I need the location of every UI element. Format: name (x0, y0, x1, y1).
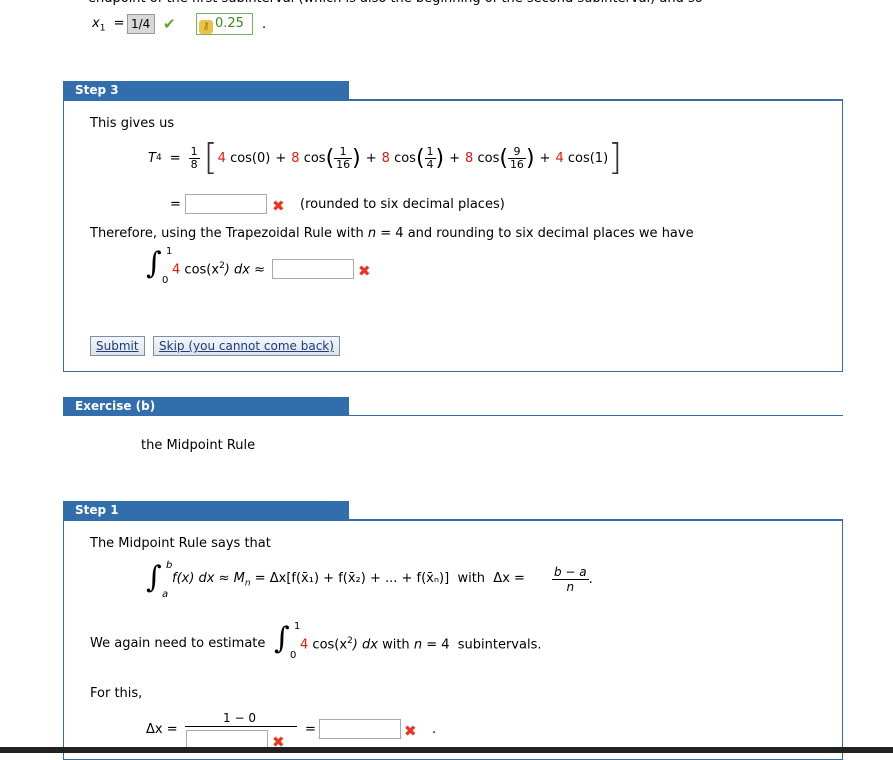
equals-sign: = (170, 197, 181, 212)
step3-intro: This gives us (90, 116, 175, 131)
cut-off-text: endpoint of the first subinterval (which… (88, 0, 703, 6)
t-sub: 4 (155, 153, 162, 163)
equals-sign: = (113, 16, 125, 31)
frac-num: 1 (424, 144, 436, 159)
step3-tab: Step 3 (63, 81, 349, 100)
integral-upper: b (166, 560, 173, 571)
frac-den: 16 (509, 157, 524, 171)
trapezoid-formula: T4 = 18 [ 4 cos(0) + 8 cos(1 16) + 8 cos(… (148, 137, 623, 178)
plus: + (539, 150, 551, 166)
frac-den: 8 (190, 157, 198, 171)
incorrect-icon: ✖ (272, 197, 285, 215)
integral-sign: ∫ (146, 246, 162, 281)
key-answer-box[interactable]: ⚷ 0.25 (196, 13, 253, 35)
period: . (262, 17, 267, 32)
therefore-n: n (367, 226, 377, 241)
term3-coef: 8 (465, 150, 474, 166)
x1-var: x (92, 16, 100, 31)
formula-a: f(x) dx ≈ M (172, 571, 245, 586)
incorrect-icon: ✖ (358, 262, 371, 280)
est-n: n (413, 637, 423, 653)
tab-underline (349, 415, 843, 416)
term0-coef: 4 (217, 150, 226, 166)
plus: + (365, 150, 377, 166)
integral-lower: a (162, 589, 169, 600)
term4-func: cos(1) (567, 150, 609, 166)
integrand-coef: 4 (172, 262, 181, 278)
term1-func: cos (303, 150, 326, 166)
integral-sign: ∫ (146, 560, 162, 595)
frac-num: 1 (334, 145, 353, 159)
integrand: 4 cos(x2) dx ≈ (172, 261, 265, 277)
period: . (432, 722, 437, 737)
term0-func: cos(0) (230, 150, 271, 166)
plus: + (275, 150, 287, 166)
frac-num: 9 (507, 145, 526, 159)
est-tail: = 4 subintervals. (422, 637, 542, 653)
integral-upper: 1 (294, 621, 301, 632)
est-coef: 4 (300, 637, 309, 653)
therefore-b: = 4 and rounding to six decimal places w… (376, 226, 694, 241)
for-this-text: For this, (90, 686, 143, 701)
step1-tab: Step 1 (63, 501, 349, 520)
term1-coef: 8 (291, 150, 300, 166)
delta-x-label: Δx = (146, 722, 178, 737)
integrand-close: ) dx ≈ (224, 262, 265, 278)
exercise-b-tab: Exercise (b) (63, 397, 349, 416)
term3-frac: 9 16 (507, 145, 526, 171)
bottom-bar (0, 747, 893, 753)
plus: + (449, 150, 461, 166)
fraction-bar (185, 726, 297, 727)
rounded-note: (rounded to six decimal places) (300, 197, 505, 212)
term2-frac: 14 (424, 144, 436, 171)
term2-func: cos (394, 150, 416, 166)
frac-num: 1 (188, 144, 200, 159)
step1-intro: The Midpoint Rule says that (90, 536, 271, 551)
integral-sign: ∫ (274, 621, 290, 656)
frac-den: n (566, 580, 575, 594)
submit-button[interactable]: Submit (90, 336, 145, 356)
estimate-text: We again need to estimate (90, 636, 266, 651)
fraction-one-eighth: 18 (188, 144, 200, 171)
est-with: with (377, 637, 414, 653)
right-bracket: ] (608, 137, 623, 178)
exercise-b-text: the Midpoint Rule (141, 438, 256, 453)
est-func: cos(x (312, 637, 348, 653)
left-bracket: [ (203, 137, 218, 178)
est-close: ) dx (352, 637, 378, 653)
frac-den: 16 (336, 157, 351, 171)
integrand-func: cos(x (184, 262, 220, 278)
key-value: 0.25 (215, 16, 244, 31)
term1-frac: 1 16 (334, 145, 353, 171)
integral-upper: 1 (166, 246, 173, 257)
x1-sub: 1 (99, 23, 106, 34)
x1-label: x1 = (92, 16, 124, 34)
midpoint-formula: f(x) dx ≈ Mn = Δx[f(x̄₁) + f(x̄₂) + ... … (172, 571, 529, 589)
term4-coef: 4 (555, 150, 564, 166)
therefore-text: Therefore, using the Trapezoidal Rule wi… (90, 226, 694, 241)
frac-num: b − a (552, 565, 589, 580)
formula-rest: = Δx[f(x̄₁) + f(x̄₂) + ... + f(x̄ₙ)] wit… (250, 571, 530, 586)
t-label: T (148, 150, 156, 166)
check-icon: ✔ (163, 15, 176, 33)
x1-answer-field[interactable]: 1/4 (127, 14, 155, 34)
term2-coef: 8 (381, 150, 390, 166)
skip-button[interactable]: Skip (you cannot come back) (153, 336, 340, 356)
term3-func: cos (477, 150, 500, 166)
equals-sign: = (305, 722, 316, 737)
key-icon: ⚷ (199, 20, 213, 34)
frac-den: 4 (426, 157, 434, 171)
integral-answer-input[interactable] (272, 259, 354, 279)
integral-lower: 0 (290, 650, 297, 661)
integral-lower: 0 (162, 275, 169, 286)
dx-numerator: 1 − 0 (223, 711, 256, 725)
t4-answer-input[interactable] (185, 194, 267, 214)
delta-x-answer-input[interactable] (319, 719, 401, 739)
estimate-integrand: 4 cos(x2) dx with n = 4 subintervals. (300, 636, 542, 652)
incorrect-icon: ✖ (404, 722, 417, 740)
dx-fraction: b − an. (552, 565, 593, 594)
therefore-a: Therefore, using the Trapezoidal Rule wi… (90, 226, 368, 241)
